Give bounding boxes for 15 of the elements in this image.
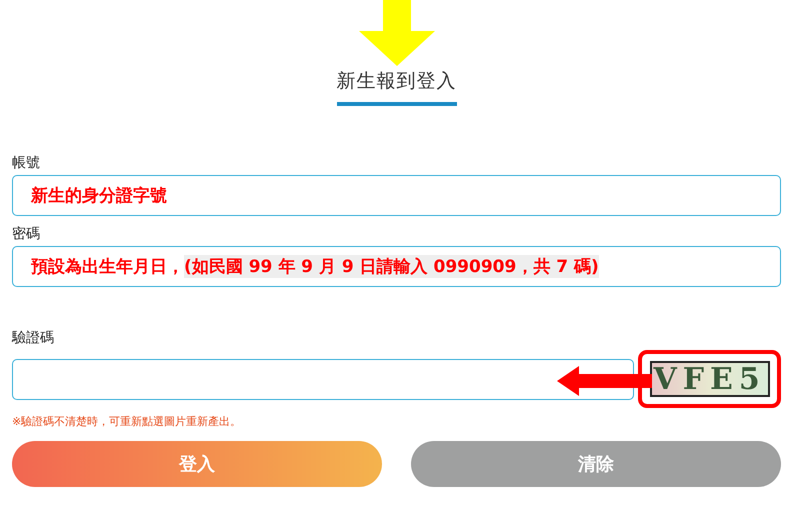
password-field[interactable]: 預設為出生年月日，(如民國 99 年 9 月 9 日請輸入 0990909，共 7 碼) <box>12 246 781 287</box>
annotation-text: 新生的身分證字號 <box>31 185 167 207</box>
page-title: 新生報到登入 <box>336 68 456 106</box>
captcha-field[interactable] <box>12 358 634 400</box>
clear-button[interactable]: 清除 <box>411 441 781 487</box>
account-field[interactable]: 新生的身分證字號 <box>12 175 781 216</box>
captcha-image[interactable]: VFE5 <box>650 361 770 397</box>
password-label: 密碼 <box>12 225 41 244</box>
captcha-label: 驗證碼 <box>12 329 55 348</box>
captcha-note: ※驗證碼不清楚時，可重新點選圖片重新產出。 <box>12 414 242 429</box>
arrow-down-icon <box>358 0 436 66</box>
annotation-text: 預設為出生年月日， <box>31 256 184 278</box>
annotation-highlight-text: (如民國 99 年 9 月 9 日請輸入 0990909，共 7 碼) <box>184 255 599 278</box>
account-label: 帳號 <box>12 154 41 173</box>
login-button[interactable]: 登入 <box>12 441 382 487</box>
